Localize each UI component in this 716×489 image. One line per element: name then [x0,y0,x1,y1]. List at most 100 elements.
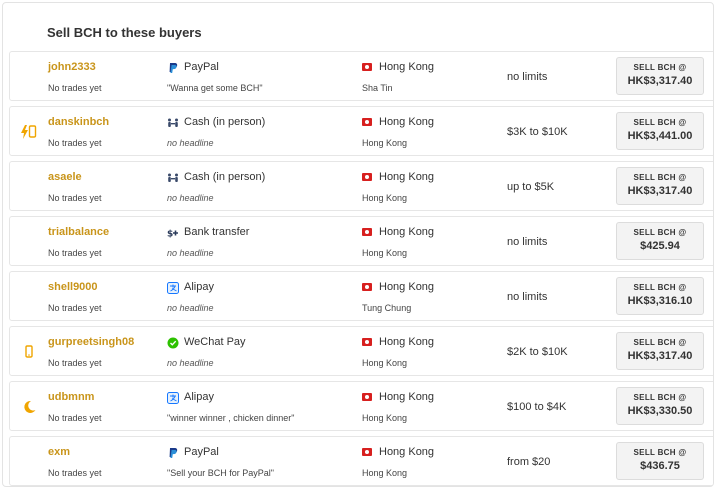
buyer-row: shell9000 No trades yet Alipay no headli… [9,271,713,321]
trade-limits: no limits [507,291,548,303]
sell-button-label: SELL BCH @ [633,338,687,347]
buyer-username-link[interactable]: exm [48,446,70,458]
payment-method: Alipay [184,281,214,293]
hong-kong-flag-icon [362,118,372,126]
sell-button-price: HK$3,317.40 [627,75,693,87]
buyer-row: trialbalance No trades yet $ Bank transf… [9,216,713,266]
trade-count: No trades yet [48,358,102,368]
sell-bch-button[interactable]: SELL BCH @ HK$3,317.40 [616,57,704,95]
payment-method: Alipay [184,391,214,403]
offer-headline: no headline [167,358,214,368]
hong-kong-flag-icon [362,228,372,236]
country: Hong Kong [379,391,435,403]
country: Hong Kong [379,61,435,73]
payment-method: Cash (in person) [184,171,266,183]
sell-bch-button[interactable]: SELL BCH @ HK$3,441.00 [616,112,704,150]
buyer-username-link[interactable]: john2333 [48,61,96,73]
trade-limits: up to $5K [507,181,555,193]
sell-button-label: SELL BCH @ [633,393,687,402]
offer-headline: no headline [167,303,214,313]
payment-method: PayPal [184,61,219,73]
trade-count: No trades yet [48,468,102,478]
trade-count: No trades yet [48,138,102,148]
sell-button-label: SELL BCH @ [633,283,687,292]
sell-button-label: SELL BCH @ [633,448,687,457]
svg-text:$: $ [167,230,173,240]
hong-kong-flag-icon [362,173,372,181]
hong-kong-flag-icon [362,283,372,291]
trade-limits: $2K to $10K [507,346,568,358]
buyer-row: exm No trades yet PayPal "Sell your BCH … [9,436,713,486]
sell-button-price: HK$3,317.40 [627,185,693,197]
city: Hong Kong [362,413,408,423]
buyer-username-link[interactable]: asaele [48,171,82,183]
buyer-row: john2333 No trades yet PayPal "Wanna get… [9,51,713,101]
sell-bch-button[interactable]: SELL BCH @ $425.94 [616,222,704,260]
sell-button-label: SELL BCH @ [633,173,687,182]
buyers-panel: Sell BCH to these buyers john2333 No tra… [2,2,714,487]
country: Hong Kong [379,226,435,238]
sell-button-price: HK$3,330.50 [627,405,693,417]
hong-kong-flag-icon [362,448,372,456]
hong-kong-flag-icon [362,393,372,401]
buyer-row: asaele No trades yet Cash (in person) no… [9,161,713,211]
sell-button-label: SELL BCH @ [633,63,687,72]
buyer-row: udbmnm No trades yet Alipay "winner winn… [9,381,713,431]
city: Tung Chung [362,303,412,313]
lightning-phone-icon [20,123,38,141]
sell-bch-button[interactable]: SELL BCH @ HK$3,316.10 [616,277,704,315]
trade-limits: $3K to $10K [507,126,568,138]
paypal-icon [167,446,179,458]
city: Hong Kong [362,193,408,203]
offer-headline: "winner winner , chicken dinner" [167,413,295,423]
sell-button-price: HK$3,441.00 [627,130,693,142]
trade-count: No trades yet [48,248,102,258]
buyer-username-link[interactable]: gurpreetsingh08 [48,336,134,348]
buyer-row: danskinbch No trades yet Cash (in person… [9,106,713,156]
sell-button-price: HK$3,316.10 [627,295,693,307]
paypal-icon [167,61,179,73]
buyer-row: gurpreetsingh08 No trades yet WeChat Pay… [9,326,713,376]
city: Hong Kong [362,248,408,258]
buyer-username-link[interactable]: udbmnm [48,391,94,403]
country: Hong Kong [379,171,435,183]
city: Hong Kong [362,138,408,148]
phone-icon [20,343,38,361]
buyer-username-link[interactable]: danskinbch [48,116,109,128]
trade-limits: no limits [507,236,548,248]
country: Hong Kong [379,281,435,293]
trade-limits: $100 to $4K [507,401,567,413]
sell-button-label: SELL BCH @ [633,228,687,237]
bank-transfer-icon: $ [167,226,179,240]
hong-kong-flag-icon [362,63,372,71]
city: Hong Kong [362,358,408,368]
buyer-username-link[interactable]: shell9000 [48,281,98,293]
offer-headline: no headline [167,138,214,148]
sell-button-price: $436.75 [640,460,680,472]
sell-button-price: HK$3,317.40 [627,350,693,362]
trade-count: No trades yet [48,303,102,313]
trade-count: No trades yet [48,83,102,93]
sell-bch-button[interactable]: SELL BCH @ $436.75 [616,442,704,480]
payment-method: WeChat Pay [184,336,246,348]
wechat-icon [167,336,179,349]
trade-limits: from $20 [507,456,551,468]
sell-bch-button[interactable]: SELL BCH @ HK$3,317.40 [616,167,704,205]
hong-kong-flag-icon [362,338,372,346]
offer-headline: no headline [167,193,214,203]
sell-bch-button[interactable]: SELL BCH @ HK$3,317.40 [616,332,704,370]
alipay-icon [167,281,179,294]
people-icon [167,171,179,183]
moon-icon [20,398,38,416]
sell-bch-button[interactable]: SELL BCH @ HK$3,330.50 [616,387,704,425]
offer-headline: "Sell your BCH for PayPal" [167,468,274,478]
payment-method: PayPal [184,446,219,458]
payment-method: Bank transfer [184,226,250,238]
buyer-username-link[interactable]: trialbalance [48,226,109,238]
alipay-icon [167,391,179,404]
people-icon [167,116,179,128]
country: Hong Kong [379,116,435,128]
section-heading: Sell BCH to these buyers [47,25,202,40]
country: Hong Kong [379,446,435,458]
trade-count: No trades yet [48,413,102,423]
